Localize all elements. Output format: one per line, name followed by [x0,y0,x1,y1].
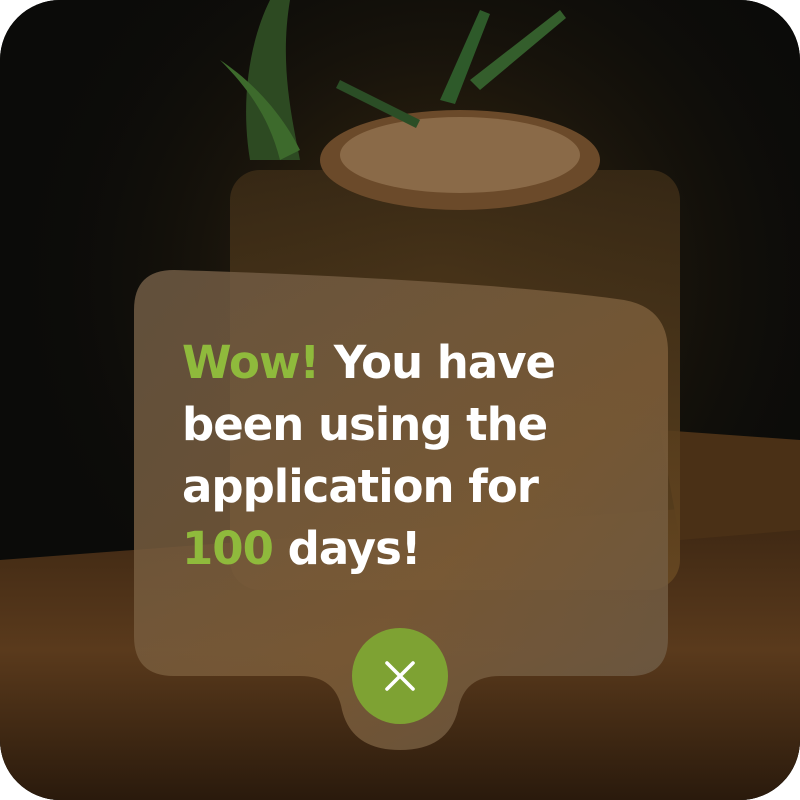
message-count: 100 [182,522,274,575]
milestone-dialog: Wow! You have been using the application… [134,270,670,752]
app-frame: Wow! You have been using the application… [0,0,800,800]
close-icon [385,661,415,691]
message-part2: days! [287,522,422,575]
milestone-message: Wow! You have been using the application… [182,332,642,580]
close-button[interactable] [352,628,448,724]
message-exclaim: Wow! [182,336,320,389]
